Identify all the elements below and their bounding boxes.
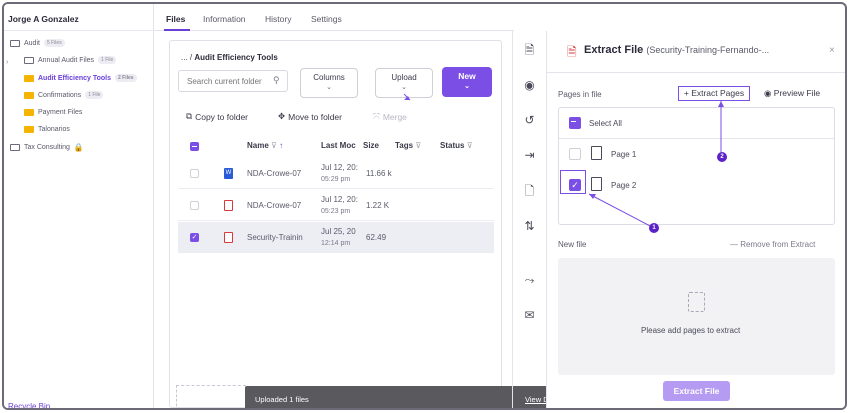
- arrowhead: [718, 101, 724, 107]
- arrowhead: [589, 194, 596, 199]
- annotation-marker-2: 2: [717, 152, 727, 162]
- app-window: Jorge A Gonzalez Audit 5 Files › Annual …: [2, 2, 847, 410]
- annotation-marker-1: 1: [649, 223, 659, 233]
- annotation-arrow: [588, 193, 653, 228]
- annotation-arrows: [403, 93, 724, 228]
